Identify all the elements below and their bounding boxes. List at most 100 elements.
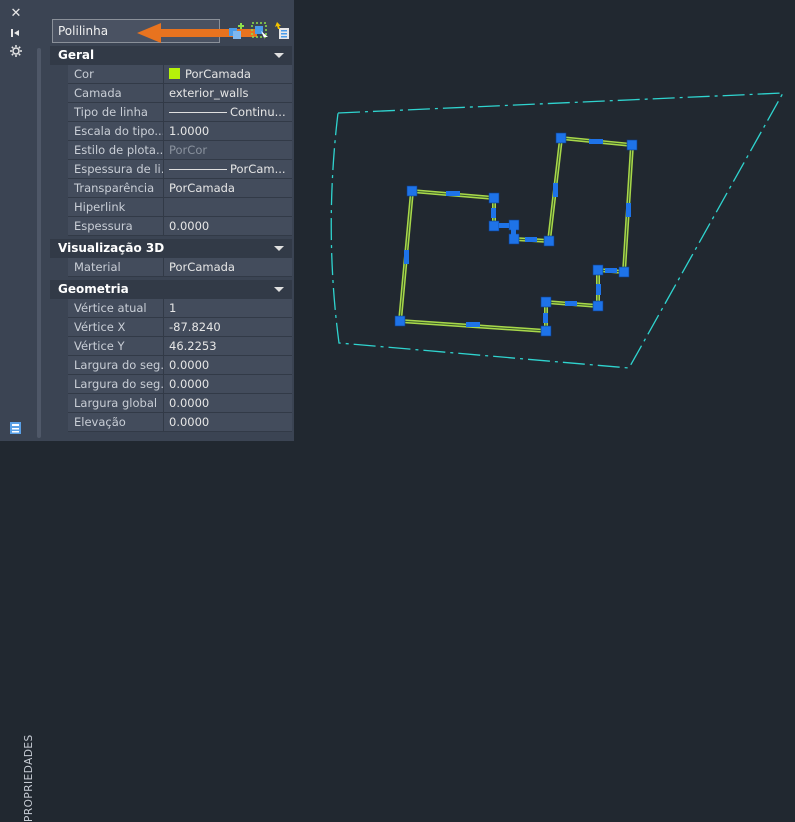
property-row-estilo-plotagem[interactable]: Estilo de plota... PorCor bbox=[50, 141, 292, 160]
property-name: Vértice X bbox=[68, 318, 164, 336]
property-row-largura-global[interactable]: Largura global 0.0000 bbox=[50, 394, 292, 413]
midpoint-grip bbox=[605, 268, 617, 273]
property-value[interactable]: 0.0000 bbox=[164, 413, 292, 431]
properties-panel: Polilinha Geral Cor PorCamada Camada ext… bbox=[32, 0, 294, 441]
linetype-sample-icon bbox=[169, 112, 227, 113]
midpoint-grip bbox=[491, 208, 496, 218]
palette-title-strip: ✕ PROPRIEDADES bbox=[0, 0, 35, 822]
property-row-camada[interactable]: Camada exterior_walls bbox=[50, 84, 292, 103]
vertex-grip bbox=[406, 185, 418, 197]
collapse-icon bbox=[274, 246, 284, 251]
property-value[interactable]: PorCam... bbox=[164, 160, 292, 178]
property-value[interactable]: 1 bbox=[164, 299, 292, 317]
autohide-icon[interactable] bbox=[8, 26, 24, 40]
property-name: Tipo de linha bbox=[68, 103, 164, 121]
midpoint-grip bbox=[596, 284, 601, 295]
vertex-grip bbox=[540, 325, 552, 337]
property-row-largura-seg-final[interactable]: Largura do seg... 0.0000 bbox=[50, 375, 292, 394]
property-name: Escala do tipo... bbox=[68, 122, 164, 140]
midpoint-grip bbox=[525, 237, 537, 242]
property-row-vertice-y[interactable]: Vértice Y 46.2253 bbox=[50, 337, 292, 356]
close-icon[interactable]: ✕ bbox=[8, 7, 24, 21]
section-header-visualizacao-3d[interactable]: Visualização 3D bbox=[50, 239, 292, 258]
collapse-icon bbox=[274, 53, 284, 58]
midpoint-grip bbox=[446, 191, 460, 196]
property-value[interactable]: Continu... bbox=[164, 103, 292, 121]
midpoint-grip bbox=[589, 139, 603, 144]
property-value[interactable] bbox=[164, 198, 292, 216]
property-name: Elevação bbox=[68, 413, 164, 431]
property-name: Material bbox=[68, 258, 164, 276]
section-header-geometria[interactable]: Geometria bbox=[50, 280, 292, 299]
vertex-grip bbox=[618, 266, 630, 278]
vertex-grip bbox=[543, 235, 555, 247]
select-objects-icon[interactable] bbox=[251, 22, 269, 40]
section-title: Geral bbox=[58, 48, 95, 62]
section-title: Visualização 3D bbox=[58, 241, 165, 255]
drawing-canvas[interactable] bbox=[294, 0, 795, 441]
gear-icon[interactable] bbox=[8, 44, 24, 58]
property-row-elevacao[interactable]: Elevação 0.0000 bbox=[50, 413, 292, 432]
property-name: Vértice Y bbox=[68, 337, 164, 355]
property-value[interactable]: PorCamada bbox=[164, 258, 292, 276]
property-value[interactable]: PorCamada bbox=[164, 179, 292, 197]
property-row-hiperlink[interactable]: Hiperlink bbox=[50, 198, 292, 217]
vertex-grip bbox=[488, 192, 500, 204]
vertex-grip bbox=[394, 315, 406, 327]
property-row-cor[interactable]: Cor PorCamada bbox=[50, 65, 292, 84]
property-row-largura-seg-inicial[interactable]: Largura do seg... 0.0000 bbox=[50, 356, 292, 375]
property-grid: Geral Cor PorCamada Camada exterior_wall… bbox=[50, 46, 292, 432]
midpoint-grip bbox=[543, 313, 548, 323]
property-name: Camada bbox=[68, 84, 164, 102]
vertex-grip bbox=[592, 264, 604, 276]
midpoint-grip bbox=[404, 250, 409, 264]
property-value[interactable]: 0.0000 bbox=[164, 375, 292, 393]
scrollbar-thumb[interactable] bbox=[37, 48, 41, 438]
property-row-vertice-x[interactable]: Vértice X -87.8240 bbox=[50, 318, 292, 337]
panel-scrollbar[interactable] bbox=[35, 46, 43, 441]
vertex-grip bbox=[592, 300, 604, 312]
property-value[interactable]: 46.2253 bbox=[164, 337, 292, 355]
property-name: Largura do seg... bbox=[68, 375, 164, 393]
property-value[interactable]: 1.0000 bbox=[164, 122, 292, 140]
property-row-material[interactable]: Material PorCamada bbox=[50, 258, 292, 277]
property-value[interactable]: PorCamada bbox=[164, 65, 292, 83]
property-name: Espessura bbox=[68, 217, 164, 235]
midpoint-grip bbox=[511, 229, 516, 236]
property-name: Largura global bbox=[68, 394, 164, 412]
palette-title: PROPRIEDADES bbox=[23, 734, 35, 822]
property-value[interactable]: 0.0000 bbox=[164, 394, 292, 412]
midpoint-grip bbox=[466, 322, 480, 327]
property-name: Vértice atual bbox=[68, 299, 164, 317]
property-value[interactable]: -87.8240 bbox=[164, 318, 292, 336]
section-title: Geometria bbox=[58, 282, 129, 296]
property-name: Largura do seg... bbox=[68, 356, 164, 374]
vertex-grip bbox=[488, 220, 500, 232]
property-row-espessura[interactable]: Espessura 0.0000 bbox=[50, 217, 292, 236]
property-name: Estilo de plota... bbox=[68, 141, 164, 159]
section-header-geral[interactable]: Geral bbox=[50, 46, 292, 65]
property-row-vertice-atual[interactable]: Vértice atual 1 bbox=[50, 299, 292, 318]
property-row-transparencia[interactable]: Transparência PorCamada bbox=[50, 179, 292, 198]
midpoint-grip bbox=[553, 183, 558, 197]
property-name: Espessura de li... bbox=[68, 160, 164, 178]
vertex-grip bbox=[555, 132, 567, 144]
property-row-espessura-linha[interactable]: Espessura de li... PorCam... bbox=[50, 160, 292, 179]
toggle-pickadd-icon[interactable] bbox=[228, 22, 246, 40]
quick-select-icon[interactable] bbox=[274, 22, 292, 40]
midpoint-grip bbox=[499, 223, 509, 228]
property-row-tipo-de-linha[interactable]: Tipo de linha Continu... bbox=[50, 103, 292, 122]
properties-palette-icon[interactable] bbox=[8, 420, 24, 434]
property-value[interactable]: 0.0000 bbox=[164, 356, 292, 374]
object-type-value: Polilinha bbox=[58, 24, 109, 38]
property-name: Cor bbox=[68, 65, 164, 83]
property-value[interactable]: 0.0000 bbox=[164, 217, 292, 235]
property-name: Transparência bbox=[68, 179, 164, 197]
property-row-escala[interactable]: Escala do tipo... 1.0000 bbox=[50, 122, 292, 141]
vertex-grip bbox=[626, 139, 638, 151]
color-swatch-icon bbox=[169, 68, 180, 79]
midpoint-grip bbox=[565, 301, 577, 306]
property-value: PorCor bbox=[164, 141, 292, 159]
lineweight-sample-icon bbox=[169, 169, 227, 170]
property-value[interactable]: exterior_walls bbox=[164, 84, 292, 102]
